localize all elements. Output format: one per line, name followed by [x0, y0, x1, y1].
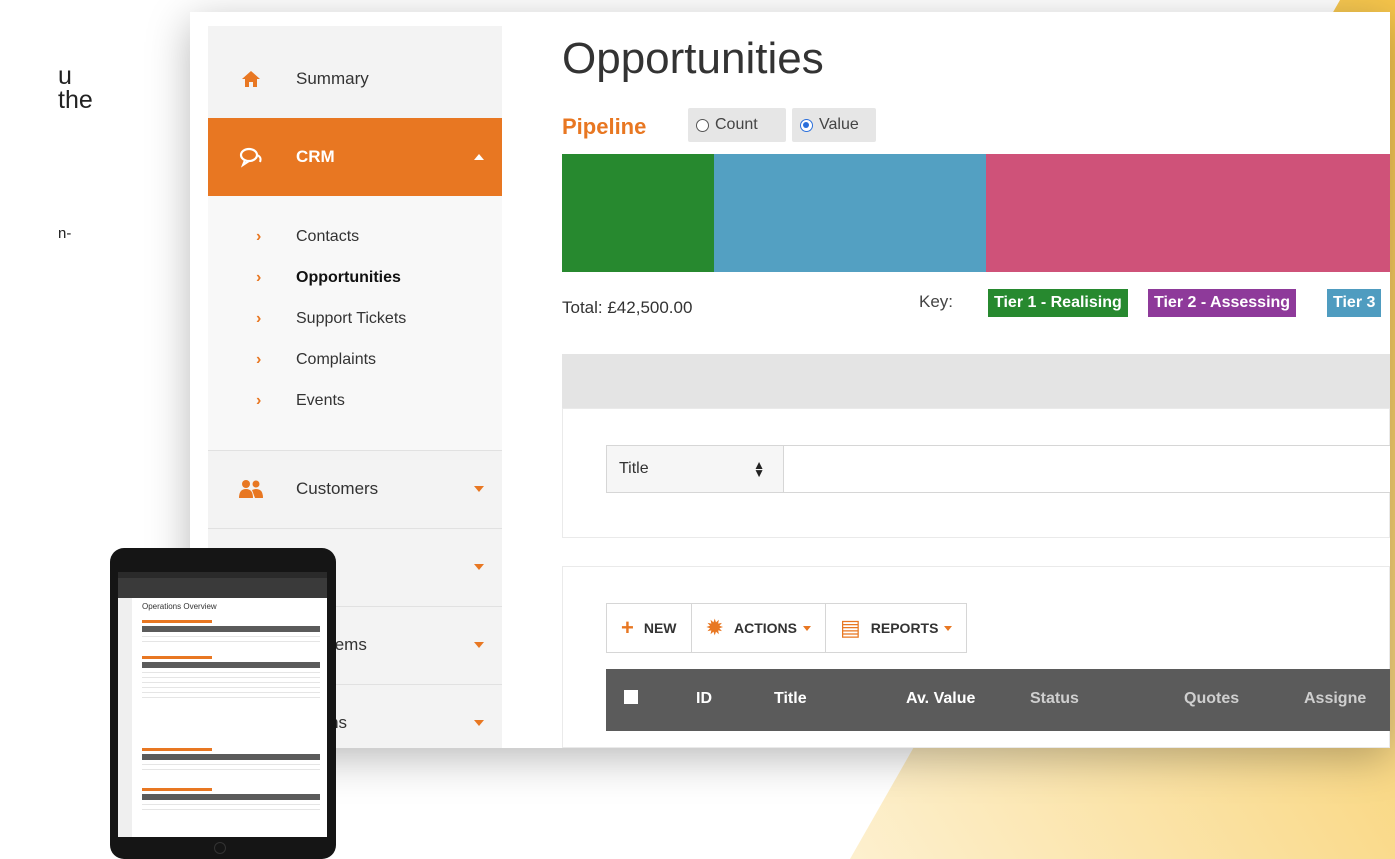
chevron-up-icon [474, 154, 484, 160]
chevron-right-icon: › [256, 228, 262, 245]
screenshot-stage: u the n- Summary CRM › Contacts › Opport… [0, 0, 1395, 859]
chevron-right-icon: › [256, 351, 262, 368]
sidebar-item-summary[interactable]: Summary [208, 40, 502, 118]
sidebar-item-label: CRM [296, 147, 335, 166]
document-icon: ▤ [839, 615, 861, 640]
key-label: Key: [919, 292, 954, 311]
sort-updown-icon: ▲ ▼ [753, 458, 765, 480]
filter-panel: Title ▲ ▼ [562, 408, 1390, 538]
chevron-down-icon [474, 486, 484, 492]
chat-icon [236, 142, 266, 172]
users-icon [236, 474, 266, 504]
chevron-down-icon [474, 564, 484, 570]
plus-icon: + [621, 615, 634, 640]
chevron-down-icon [944, 625, 953, 631]
sidebar-item-crm[interactable]: CRM [208, 118, 502, 196]
column-quotes[interactable]: Quotes [1184, 690, 1239, 708]
pipeline-label: Pipeline [562, 114, 647, 139]
chevron-down-icon [474, 642, 484, 648]
submenu-item-label: Events [296, 392, 345, 409]
column-assignee[interactable]: Assigne [1304, 690, 1366, 708]
tablet-device: Operations Overview [110, 548, 336, 859]
pipeline-segment-2[interactable] [714, 154, 986, 272]
filter-field-value: Title [619, 460, 649, 477]
submenu-item-complaints[interactable]: › Complaints [256, 351, 376, 369]
radio-value[interactable]: Value [792, 108, 876, 142]
app-window: Summary CRM › Contacts › Opportunities ›… [190, 12, 1390, 748]
crm-submenu: › Contacts › Opportunities › Support Tic… [208, 196, 502, 450]
submenu-item-events[interactable]: › Events [256, 392, 345, 410]
submenu-item-support-tickets[interactable]: › Support Tickets [256, 310, 406, 328]
key-badge-tier-2: Tier 2 - Assessing [1148, 289, 1297, 317]
tablet-section [142, 656, 320, 698]
select-all-checkbox[interactable] [624, 690, 638, 704]
radio-value-label: Value [819, 116, 859, 133]
sidebar-item-customers[interactable]: Customers [208, 450, 502, 528]
actions-button-label: ACTIONS [733, 620, 797, 636]
tablet-home-button [214, 842, 226, 854]
reports-button-label: REPORTS [870, 620, 939, 636]
filter-input[interactable] [784, 445, 1390, 493]
tablet-section [142, 748, 320, 770]
key-badge-tier-3: Tier 3 [1327, 289, 1382, 317]
radio-count-label: Count [715, 116, 758, 133]
submenu-item-label: Opportunities [296, 269, 401, 286]
chevron-down-icon [802, 625, 811, 631]
submenu-item-label: Complaints [296, 351, 377, 368]
sidebar-item-label: Customers [296, 479, 379, 498]
background-text-fragment-2: the [58, 86, 93, 114]
reports-button[interactable]: ▤ REPORTS [826, 604, 966, 652]
pipeline-segment-1[interactable] [562, 154, 714, 272]
gear-icon: ✹ [705, 615, 724, 640]
home-icon [236, 64, 266, 94]
table-header: ID Title Av. Value Status Quotes Assigne [606, 669, 1390, 731]
filter-header-band [562, 354, 1390, 408]
submenu-item-contacts[interactable]: › Contacts [256, 228, 359, 246]
key-badge-tier-1: Tier 1 - Realising [988, 289, 1128, 317]
submenu-item-opportunities[interactable]: › Opportunities [256, 269, 401, 287]
new-button-label: NEW [643, 620, 677, 636]
submenu-item-label: Support Tickets [296, 310, 407, 327]
filter-field-select[interactable]: Title ▲ ▼ [606, 445, 784, 493]
pipeline-bar [562, 154, 1390, 272]
tablet-app-bar [118, 578, 327, 598]
column-status[interactable]: Status [1030, 690, 1079, 708]
tablet-screen: Operations Overview [118, 572, 327, 837]
new-button[interactable]: + NEW [607, 604, 692, 652]
tablet-section [142, 788, 320, 810]
column-title[interactable]: Title [774, 690, 807, 708]
sidebar-item-label: Summary [296, 69, 369, 88]
pipeline-segment-3[interactable] [986, 154, 1390, 272]
opportunities-list-panel: + NEW ✹ ACTIONS ▤ REPORTS ID Title Av. V… [562, 566, 1390, 748]
background-text-fragment-3: n- [58, 225, 72, 242]
radio-indicator-selected [800, 118, 813, 132]
radio-count[interactable]: Count [688, 108, 786, 142]
radio-indicator [696, 118, 709, 132]
submenu-item-label: Contacts [296, 228, 360, 245]
tablet-section [142, 620, 320, 642]
chevron-right-icon: › [256, 310, 262, 327]
pipeline-total: Total: £42,500.00 [562, 298, 693, 317]
chevron-right-icon: › [256, 392, 262, 409]
column-av-value[interactable]: Av. Value [906, 690, 975, 708]
tablet-sidebar [118, 598, 132, 837]
main-content: Opportunities Pipeline Count Value Total… [502, 12, 1390, 748]
page-title: Opportunities [562, 34, 824, 83]
actions-button[interactable]: ✹ ACTIONS [692, 604, 826, 652]
chevron-down-icon [474, 720, 484, 726]
tablet-page-title: Operations Overview [142, 602, 217, 611]
column-id[interactable]: ID [696, 690, 712, 708]
chevron-right-icon: › [256, 269, 262, 286]
list-toolbar: + NEW ✹ ACTIONS ▤ REPORTS [606, 603, 968, 653]
